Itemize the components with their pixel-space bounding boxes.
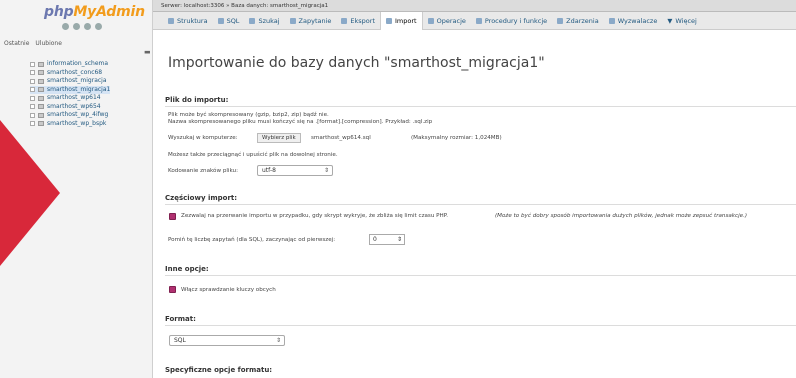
menu-tabs: Struktura SQL Szukaj Zapytanie Eksport I… (153, 11, 796, 30)
tab-search[interactable]: Szukaj (244, 12, 284, 30)
structure-icon (168, 17, 174, 24)
compression-example: Nazwa skompresowanego pliku musi kończyć… (168, 119, 433, 125)
database-icon (38, 104, 44, 110)
expand-icon[interactable] (30, 78, 35, 84)
home-icon[interactable] (62, 23, 69, 30)
tab-more[interactable]: ▼ Więcej (662, 12, 701, 30)
tab-events[interactable]: Zdarzenia (552, 12, 604, 30)
logo-php-text: php (44, 4, 74, 20)
tab-operations[interactable]: Operacje (423, 12, 471, 30)
sidebar-icons (62, 23, 102, 30)
list-item[interactable]: information_schema (30, 60, 110, 69)
database-icon (38, 61, 44, 67)
other-options-title: Inne opcje: (165, 265, 209, 273)
collapse-icon[interactable]: ▬ (144, 48, 151, 56)
logout-icon[interactable] (73, 23, 80, 30)
encoding-select[interactable]: utf-8 ⇕ (257, 165, 333, 176)
red-arrow-overlay (0, 120, 60, 266)
browse-label: Wyszukaj w komputerze: (168, 135, 238, 141)
query-icon (289, 17, 296, 24)
sql-icon (217, 17, 224, 24)
phpmyadmin-logo[interactable]: phpMyAdmin (44, 4, 145, 20)
logo-myadmin-text: MyAdmin (73, 4, 145, 20)
tab-export[interactable]: Eksport (336, 12, 380, 30)
divider (165, 275, 796, 276)
interrupt-checkbox[interactable] (169, 213, 176, 220)
export-icon (341, 17, 348, 24)
drag-drop-hint: Możesz także przeciągnąć i upuścić plik … (168, 152, 338, 158)
stepper-icon[interactable]: ⇕ (397, 235, 402, 244)
divider (165, 204, 796, 205)
format-title: Format: (165, 315, 196, 323)
foreign-keys-label: Włącz sprawdzanie kluczy obcych (181, 287, 276, 293)
compression-info: Plik może być skompresowany (gzip, bzip2… (168, 112, 329, 118)
tab-routines[interactable]: Procedury i funkcje (471, 12, 552, 30)
triggers-icon (608, 17, 615, 24)
database-icon (38, 112, 44, 118)
database-list: information_schema smarthost_conc68 smar… (30, 60, 111, 128)
routines-icon (475, 17, 482, 24)
skip-queries-input[interactable]: 0 ⇕ (369, 234, 405, 245)
divider (165, 325, 796, 326)
database-icon (38, 70, 44, 76)
tab-triggers[interactable]: Wyzwalacze (604, 12, 663, 30)
selected-file-name: smarthost_wp614.sql (311, 135, 371, 141)
screenshot-frame: phpMyAdmin Ostatnie Ulubione ▬ informati… (0, 0, 796, 378)
interrupt-label: Zezwalaj na przerwanie importu w przypad… (181, 213, 449, 219)
divider (165, 106, 796, 107)
tab-sql[interactable]: SQL (213, 12, 245, 30)
expand-icon[interactable] (30, 112, 35, 118)
select-arrow-icon: ⇕ (275, 337, 281, 344)
settings-icon[interactable] (95, 23, 102, 30)
max-size-info: (Maksymalny rozmiar: 1,024MB) (411, 135, 502, 141)
encoding-label: Kodowanie znaków pliku: (168, 168, 238, 174)
list-item[interactable]: smarthost_conc68 (30, 69, 110, 78)
list-item[interactable]: smarthost_migracja1 (30, 85, 111, 94)
list-item[interactable]: smarthost_wp_4ifwg (30, 111, 110, 120)
expand-icon[interactable] (30, 61, 35, 67)
expand-icon[interactable] (30, 104, 35, 110)
list-item[interactable]: smarthost_migracja (30, 77, 110, 86)
foreign-keys-checkbox[interactable] (169, 286, 176, 293)
file-section-title: Plik do importu: (165, 96, 229, 104)
expand-icon[interactable] (30, 70, 35, 76)
interrupt-note: (Może to być dobry sposób importowania d… (495, 213, 748, 219)
tab-import[interactable]: Import (380, 11, 423, 30)
wrench-icon (427, 17, 434, 24)
format-options-title: Specyficzne opcje formatu: (165, 366, 273, 374)
tab-query[interactable]: Zapytanie (285, 12, 337, 30)
database-icon (38, 78, 44, 84)
select-arrow-icon: ⇕ (323, 167, 329, 174)
docs-icon[interactable] (84, 23, 91, 30)
partial-section-title: Częściowy import: (165, 194, 238, 202)
breadcrumb[interactable]: Serwer: localhost:3306 » Baza danych: sm… (153, 0, 796, 12)
list-item[interactable]: smarthost_wp614 (30, 94, 110, 103)
skip-label: Pomiń tę liczbę zapytań (dla SQL), zaczy… (168, 237, 336, 243)
tab-recent[interactable]: Ostatnie (4, 40, 29, 47)
chevron-down-icon: ▼ (667, 16, 673, 25)
database-icon (38, 95, 44, 101)
database-icon (38, 87, 44, 93)
expand-icon[interactable] (30, 87, 35, 93)
expand-icon[interactable] (30, 95, 35, 101)
clock-icon (557, 17, 564, 24)
choose-file-button[interactable]: Wybierz plik (257, 133, 301, 143)
tab-structure[interactable]: Struktura (163, 12, 213, 30)
search-icon (249, 17, 256, 24)
list-item[interactable]: smarthost_wp654 (30, 103, 110, 112)
import-icon (386, 17, 393, 24)
main-panel: Serwer: localhost:3306 » Baza danych: sm… (153, 0, 796, 378)
sidebar-tabs: Ostatnie Ulubione (4, 40, 62, 47)
tab-favorites[interactable]: Ulubione (35, 40, 62, 47)
format-select[interactable]: SQL ⇕ (169, 335, 285, 346)
page-title: Importowanie do bazy danych "smarthost_m… (168, 55, 545, 71)
